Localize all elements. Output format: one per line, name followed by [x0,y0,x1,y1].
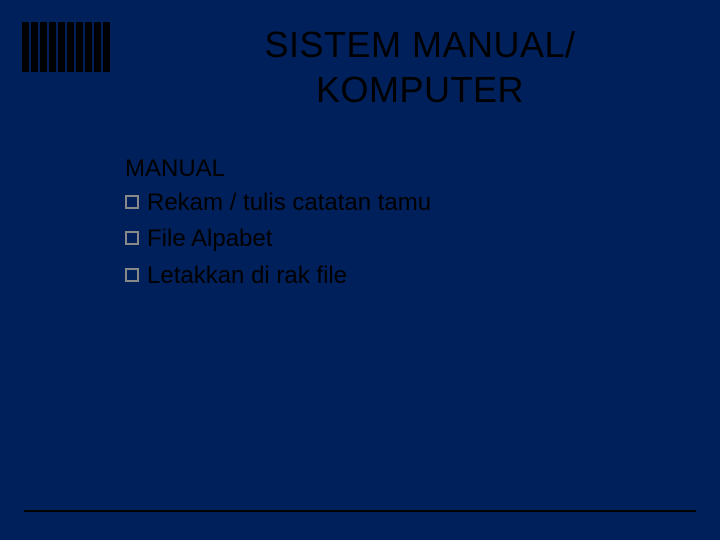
decorative-bars [22,22,110,72]
bullet-text: Letakkan di rak file [147,260,347,292]
slide-content: MANUAL Rekam / tulis catatan tamu File A… [125,155,645,296]
section-heading: MANUAL [125,155,645,183]
slide-title: SISTEM MANUAL/ KOMPUTER [215,22,625,112]
square-bullet-icon [125,231,139,245]
bullet-item: Letakkan di rak file [125,260,645,292]
bullet-text: Rekam / tulis catatan tamu [147,187,431,219]
square-bullet-icon [125,268,139,282]
bullet-item: File Alpabet [125,223,645,255]
horizontal-divider [24,510,696,512]
title-line-2: KOMPUTER [215,67,625,112]
title-line-1: SISTEM MANUAL/ [215,22,625,67]
square-bullet-icon [125,195,139,209]
bullet-item: Rekam / tulis catatan tamu [125,187,645,219]
bullet-text: File Alpabet [147,223,272,255]
